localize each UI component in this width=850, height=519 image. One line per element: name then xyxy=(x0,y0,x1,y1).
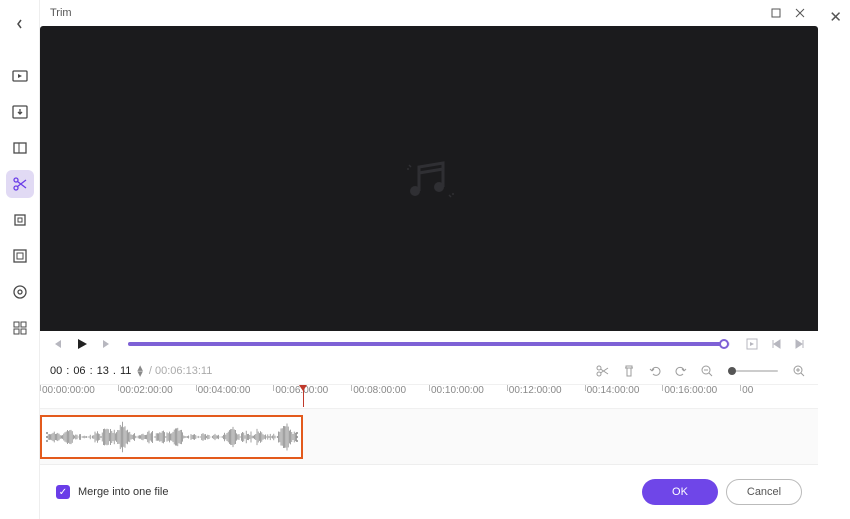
zoom-out-icon xyxy=(700,364,714,378)
time-stepper[interactable]: ▴ ▾ xyxy=(137,365,143,377)
zoom-in-button[interactable] xyxy=(790,362,808,380)
timeline-ruler[interactable]: 00:00:00:0000:02:00:0000:04:00:0000:06:0… xyxy=(40,385,818,409)
playhead[interactable] xyxy=(303,385,304,407)
trim-dialog: Trim 00: 06 xyxy=(40,0,818,519)
ruler-tick: 00:02:00:00 xyxy=(118,385,196,408)
maximize-icon xyxy=(771,8,781,18)
download-icon xyxy=(12,104,28,120)
dialog-close-button[interactable] xyxy=(788,3,812,23)
prev-frame-button[interactable] xyxy=(50,336,66,352)
dialog-titlebar: Trim xyxy=(40,0,818,26)
merge-label: Merge into one file xyxy=(78,486,169,498)
play-icon xyxy=(76,338,88,350)
tool-crop[interactable] xyxy=(6,206,34,234)
undo-button[interactable] xyxy=(646,362,664,380)
crop-icon xyxy=(12,212,28,228)
zoom-thumb[interactable] xyxy=(728,367,736,375)
preview-area xyxy=(40,26,818,331)
merge-checkbox[interactable]: ✓ xyxy=(56,485,70,499)
waveform-icon xyxy=(47,419,297,455)
step-back-icon xyxy=(53,339,63,349)
ok-button[interactable]: OK xyxy=(642,479,718,505)
time-total: / 00:06:13:11 xyxy=(149,365,212,377)
progress-thumb[interactable] xyxy=(719,339,729,349)
redo-button[interactable] xyxy=(672,362,690,380)
ruler-tick: 00:10:00:00 xyxy=(429,385,507,408)
zoom-slider[interactable] xyxy=(728,370,778,372)
go-end-button[interactable] xyxy=(792,336,808,352)
music-note-icon xyxy=(397,147,461,211)
ruler-tick: 00:06:00:00 xyxy=(273,385,351,408)
undo-icon xyxy=(648,364,662,378)
ruler-tick: 00:00:00:00 xyxy=(40,385,118,408)
skip-start-icon xyxy=(770,338,782,350)
tool-sidebar xyxy=(0,0,40,519)
compress-icon xyxy=(12,140,28,156)
timeline-ruler-wrap: 00:00:00:0000:02:00:0000:04:00:0000:06:0… xyxy=(40,385,818,409)
step-forward-icon xyxy=(101,339,111,349)
zoom-in-icon xyxy=(792,364,806,378)
close-icon xyxy=(795,8,805,18)
maximize-button[interactable] xyxy=(764,3,788,23)
tool-download[interactable] xyxy=(6,98,34,126)
chevron-left-icon xyxy=(15,19,25,29)
cancel-button[interactable]: Cancel xyxy=(726,479,802,505)
app-close-button[interactable]: ✕ xyxy=(829,8,842,26)
grid-icon xyxy=(12,320,28,336)
ruler-tick: 00:12:00:00 xyxy=(507,385,585,408)
next-frame-button[interactable] xyxy=(98,336,114,352)
tool-grid[interactable] xyxy=(6,314,34,342)
tool-media[interactable] xyxy=(6,62,34,90)
scissors-icon xyxy=(12,176,28,192)
tool-compress[interactable] xyxy=(6,134,34,162)
ruler-tick: 00:14:00:00 xyxy=(585,385,663,408)
trim-segment[interactable] xyxy=(40,415,303,459)
back-button[interactable] xyxy=(6,10,34,38)
ruler-tick: 00:16:00:00 xyxy=(662,385,740,408)
dialog-footer: ✓ Merge into one file OK Cancel xyxy=(40,465,818,519)
playback-controls xyxy=(40,331,818,357)
target-icon xyxy=(12,284,28,300)
scissors-icon xyxy=(596,364,610,378)
waveform-track[interactable] xyxy=(40,409,818,465)
tool-trim[interactable] xyxy=(6,170,34,198)
time-ss: 13 xyxy=(97,365,109,377)
fullscreen-button[interactable] xyxy=(744,336,760,352)
trim-toolbar: 00: 06: 13. 11 ▴ ▾ / 00:06:13:11 xyxy=(40,357,818,385)
skip-end-icon xyxy=(794,338,806,350)
play-button[interactable] xyxy=(74,336,90,352)
progress-bar[interactable] xyxy=(128,342,730,346)
trim-handle-right[interactable] xyxy=(294,417,299,457)
time-mm: 06 xyxy=(73,365,85,377)
redo-icon xyxy=(674,364,688,378)
ruler-tick: 00:08:00:00 xyxy=(351,385,429,408)
media-icon xyxy=(12,68,28,84)
trash-icon xyxy=(622,364,636,378)
tool-effects[interactable] xyxy=(6,242,34,270)
ruler-tick: 00 xyxy=(740,385,818,408)
effects-icon xyxy=(12,248,28,264)
time-input[interactable]: 00: 06: 13. 11 xyxy=(50,365,131,377)
dialog-title: Trim xyxy=(46,7,764,19)
progress-fill xyxy=(128,342,724,346)
tool-watermark[interactable] xyxy=(6,278,34,306)
ruler-tick: 00:04:00:00 xyxy=(196,385,274,408)
zoom-out-button[interactable] xyxy=(698,362,716,380)
cut-button[interactable] xyxy=(594,362,612,380)
stepper-down-icon: ▾ xyxy=(137,371,143,377)
fullscreen-icon xyxy=(746,338,758,350)
time-hh: 00 xyxy=(50,365,62,377)
delete-button[interactable] xyxy=(620,362,638,380)
go-start-button[interactable] xyxy=(768,336,784,352)
time-ff: 11 xyxy=(120,365,131,377)
trim-handle-left[interactable] xyxy=(44,417,49,457)
time-input-group: 00: 06: 13. 11 ▴ ▾ / 00:06:13:11 xyxy=(50,365,212,377)
